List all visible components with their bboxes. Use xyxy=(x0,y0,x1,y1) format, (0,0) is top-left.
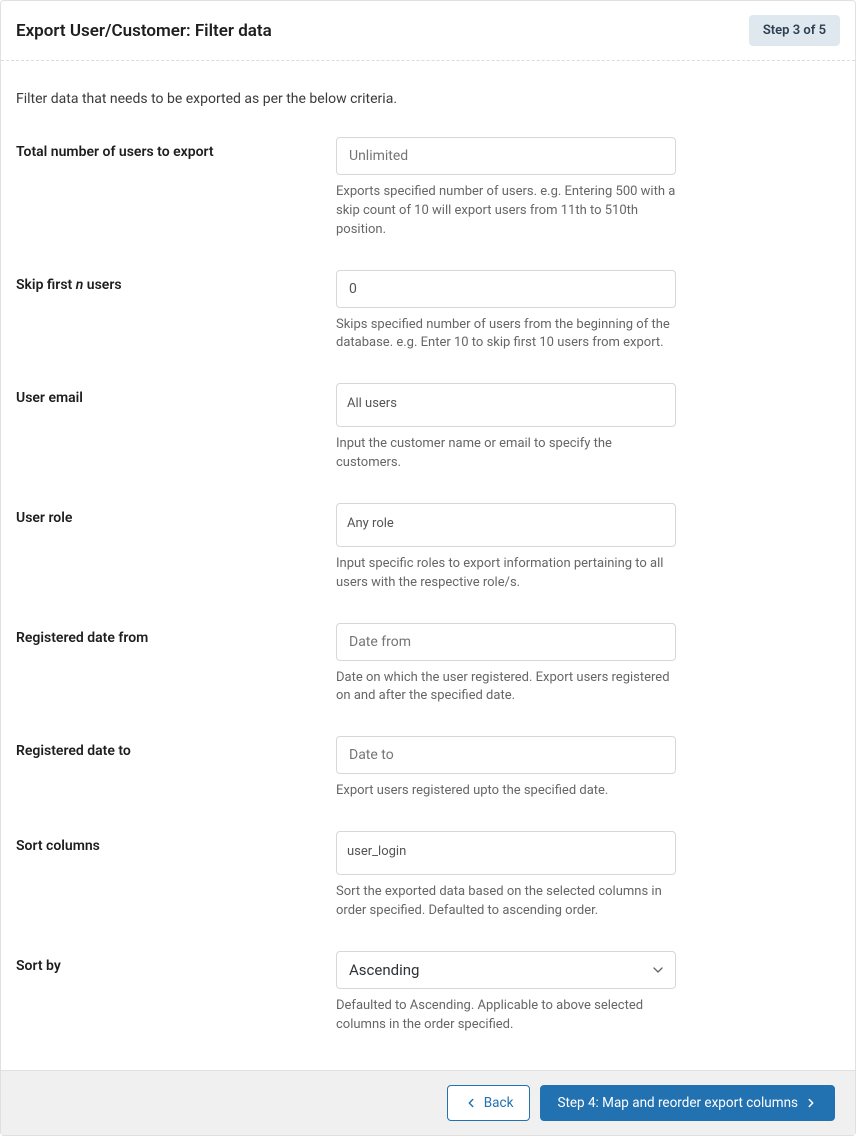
field-offset: Skip first n users Skips specified numbe… xyxy=(16,270,840,354)
field-sort-columns: Sort columns user_login Sort the exporte… xyxy=(16,831,840,921)
email-label: User email xyxy=(16,383,336,406)
panel-footer: Back Step 4: Map and reorder export colu… xyxy=(1,1070,855,1135)
date-to-control: Export users registered upto the specifi… xyxy=(336,736,676,801)
email-helper: Input the customer name or email to spec… xyxy=(336,435,676,473)
sort-by-select[interactable]: Ascending xyxy=(336,951,676,989)
sort-columns-helper: Sort the exported data based on the sele… xyxy=(336,883,676,921)
offset-input[interactable] xyxy=(336,270,676,308)
date-to-helper: Export users registered upto the specifi… xyxy=(336,782,676,801)
intro-text: Filter data that needs to be exported as… xyxy=(16,91,840,107)
offset-label-pre: Skip first xyxy=(16,277,76,293)
panel-body: Filter data that needs to be exported as… xyxy=(1,61,855,1070)
date-from-label: Registered date from xyxy=(16,623,336,646)
date-from-control: Date on which the user registered. Expor… xyxy=(336,623,676,707)
sort-by-select-wrap: Ascending xyxy=(336,951,676,989)
back-button[interactable]: Back xyxy=(447,1085,531,1121)
sort-columns-value: user_login xyxy=(347,844,406,859)
email-input[interactable]: All users xyxy=(336,383,676,427)
next-button[interactable]: Step 4: Map and reorder export columns xyxy=(540,1085,835,1121)
panel-header: Export User/Customer: Filter data Step 3… xyxy=(1,1,855,61)
offset-helper: Skips specified number of users from the… xyxy=(336,316,676,354)
limit-label: Total number of users to export xyxy=(16,137,336,160)
limit-helper: Exports specified number of users. e.g. … xyxy=(336,183,676,240)
page-title: Export User/Customer: Filter data xyxy=(16,21,272,41)
field-role: User role Any role Input specific roles … xyxy=(16,503,840,593)
role-placeholder: Any role xyxy=(347,516,394,531)
step-badge: Step 3 of 5 xyxy=(749,15,840,46)
next-label: Step 4: Map and reorder export columns xyxy=(557,1095,798,1111)
date-from-input[interactable] xyxy=(336,623,676,661)
date-from-helper: Date on which the user registered. Expor… xyxy=(336,669,676,707)
email-control: All users Input the customer name or ema… xyxy=(336,383,676,473)
field-email: User email All users Input the customer … xyxy=(16,383,840,473)
role-input[interactable]: Any role xyxy=(336,503,676,547)
field-sort-by: Sort by Ascending Defaulted to Ascending… xyxy=(16,951,840,1035)
chevron-left-icon xyxy=(464,1096,478,1110)
sort-columns-label: Sort columns xyxy=(16,831,336,854)
field-date-to: Registered date to Export users register… xyxy=(16,736,840,801)
export-panel: Export User/Customer: Filter data Step 3… xyxy=(0,0,856,1136)
sort-by-control: Ascending Defaulted to Ascending. Applic… xyxy=(336,951,676,1035)
sort-by-label: Sort by xyxy=(16,951,336,974)
back-label: Back xyxy=(484,1095,514,1111)
role-label: User role xyxy=(16,503,336,526)
chevron-right-icon xyxy=(804,1096,818,1110)
role-helper: Input specific roles to export informati… xyxy=(336,555,676,593)
offset-control: Skips specified number of users from the… xyxy=(336,270,676,354)
role-control: Any role Input specific roles to export … xyxy=(336,503,676,593)
email-placeholder: All users xyxy=(347,396,397,411)
field-limit: Total number of users to export Exports … xyxy=(16,137,840,240)
offset-label-post: users xyxy=(83,277,121,293)
sort-columns-control: user_login Sort the exported data based … xyxy=(336,831,676,921)
field-date-from: Registered date from Date on which the u… xyxy=(16,623,840,707)
limit-control: Exports specified number of users. e.g. … xyxy=(336,137,676,240)
sort-by-helper: Defaulted to Ascending. Applicable to ab… xyxy=(336,997,676,1035)
date-to-label: Registered date to xyxy=(16,736,336,759)
sort-columns-input[interactable]: user_login xyxy=(336,831,676,875)
limit-input[interactable] xyxy=(336,137,676,175)
offset-label: Skip first n users xyxy=(16,270,336,293)
date-to-input[interactable] xyxy=(336,736,676,774)
